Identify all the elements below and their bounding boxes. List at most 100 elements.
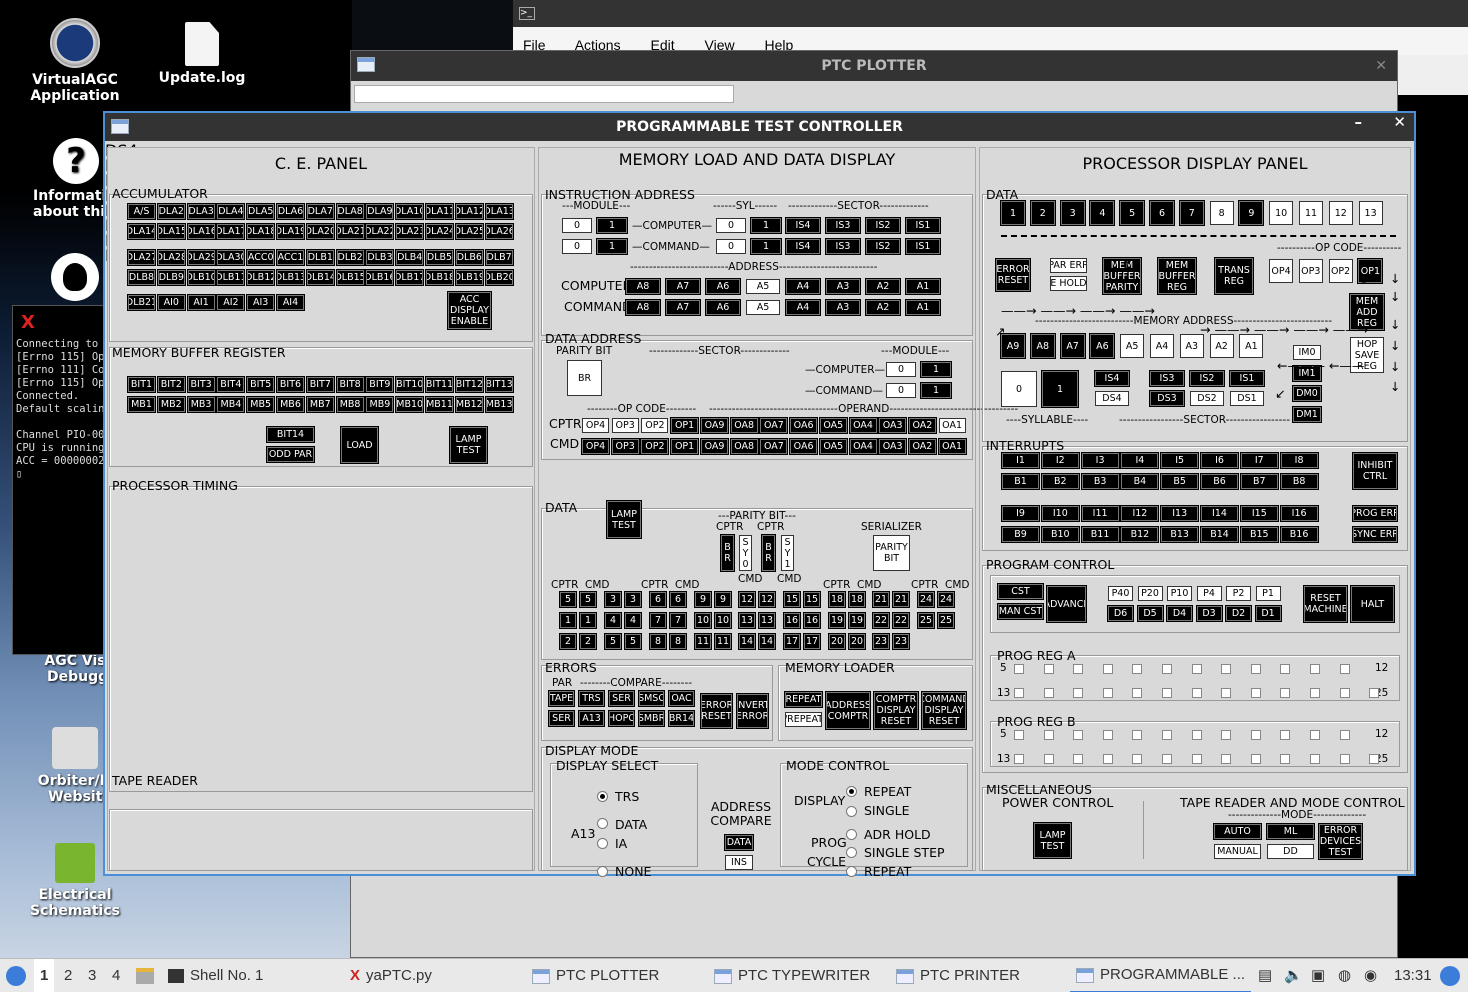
p-switch[interactable]: P1 xyxy=(1255,586,1281,601)
prog-reg-checkbox[interactable] xyxy=(1014,688,1024,698)
data-bit-lamp[interactable]: 7 xyxy=(1179,201,1204,225)
acc-lamp[interactable]: DLA11 xyxy=(426,204,453,219)
ia-module-0[interactable]: 0 xyxy=(562,218,592,233)
prog-reg-checkbox[interactable] xyxy=(1043,730,1054,740)
ia-module-1[interactable]: 1 xyxy=(597,239,627,254)
ia-addr-lamp[interactable]: A7 xyxy=(666,300,700,315)
prog-reg-checkbox[interactable] xyxy=(1339,730,1350,740)
data-cptr-lamp[interactable]: 9 xyxy=(695,592,711,607)
interrupt-lamp[interactable]: B5 xyxy=(1161,474,1199,489)
prog-reg-checkbox[interactable] xyxy=(1339,664,1350,674)
acc-lamp[interactable]: DLB3 xyxy=(366,250,394,265)
acc-lamp[interactable]: ACC0 xyxy=(247,250,275,265)
mem-addr-lamp[interactable]: A8 xyxy=(1030,334,1055,358)
interrupt-lamp[interactable]: B8 xyxy=(1280,474,1318,489)
interrupt-lamp[interactable]: B2 xyxy=(1041,474,1079,489)
data-cptr-lamp[interactable]: 11 xyxy=(695,634,711,649)
none-radio[interactable] xyxy=(597,866,608,877)
prog-reg-checkbox[interactable] xyxy=(1014,730,1024,740)
acc-lamp[interactable]: DLA17 xyxy=(217,224,245,239)
workspace-2[interactable]: 2 xyxy=(64,959,72,992)
data-cptr-lamp[interactable]: 17 xyxy=(784,634,800,649)
d-switch[interactable]: D1 xyxy=(1255,606,1281,621)
acc-lamp[interactable]: DLB10 xyxy=(187,270,215,285)
data-cmd-lamp[interactable]: 3 xyxy=(625,592,641,607)
acc-lamp[interactable]: DLA24 xyxy=(426,224,453,239)
acc-lamp[interactable]: DLA18 xyxy=(247,224,275,239)
mbr-lamp[interactable]: MB5 xyxy=(247,397,275,412)
ds-lamp[interactable]: DS3 xyxy=(1150,391,1184,406)
task-yaptc[interactable]: XyaPTC.py xyxy=(350,959,432,992)
acc-lamp[interactable]: DLA28 xyxy=(157,250,185,265)
repeat-cycle-radio[interactable] xyxy=(846,866,857,877)
acc-lamp[interactable]: DLA26 xyxy=(485,224,513,239)
ds4-lamp[interactable]: DS4 xyxy=(1095,391,1129,406)
error-lamp[interactable]: SER xyxy=(609,691,634,706)
prog-reg-checkbox[interactable] xyxy=(1073,688,1084,698)
data-cmd-lamp[interactable]: 5 xyxy=(625,634,641,649)
p-switch[interactable]: P4 xyxy=(1196,586,1222,601)
prog-reg-checkbox[interactable] xyxy=(1250,754,1261,764)
interrupt-lamp[interactable]: B7 xyxy=(1240,474,1278,489)
error-lamp[interactable]: TAPE xyxy=(549,691,574,706)
syllable-1-lamp[interactable]: 1 xyxy=(1042,371,1078,407)
acc-lamp[interactable]: A/S xyxy=(128,204,155,219)
acc-lamp[interactable]: DLA23 xyxy=(396,224,424,239)
data-bit-lamp[interactable]: 8 xyxy=(1209,201,1234,225)
operand-lamp[interactable]: OA8 xyxy=(730,439,758,454)
mbr-lamp[interactable]: BIT3 xyxy=(187,377,215,392)
data-cmd-lamp[interactable]: 2 xyxy=(580,634,596,649)
interrupt-lamp[interactable]: B12 xyxy=(1121,527,1159,542)
mem-addr-lamp[interactable]: A6 xyxy=(1090,334,1115,358)
operand-lamp[interactable]: OA1 xyxy=(938,439,966,454)
prog-reg-checkbox[interactable] xyxy=(1014,754,1024,764)
data-cptr-lamp[interactable]: 25 xyxy=(918,613,934,628)
prog-reg-checkbox[interactable] xyxy=(1102,664,1113,674)
interrupt-lamp[interactable]: I15 xyxy=(1240,506,1278,521)
data-cptr-lamp[interactable]: 19 xyxy=(829,613,845,628)
not-repeat-lamp[interactable]: /REPEAT xyxy=(785,712,822,727)
odd-par-lamp[interactable]: ODD PAR xyxy=(267,447,314,462)
error-lamp[interactable]: HOPC xyxy=(609,711,634,726)
prog-reg-checkbox[interactable] xyxy=(1073,730,1084,740)
d-switch[interactable]: D4 xyxy=(1167,606,1192,621)
ds-lamp[interactable]: DS2 xyxy=(1190,391,1224,406)
reset-machine-button[interactable]: RESET MACHINE xyxy=(1304,586,1347,622)
interrupt-lamp[interactable]: I3 xyxy=(1081,453,1119,468)
p-switch[interactable]: P40 xyxy=(1108,586,1133,601)
prog-reg-checkbox[interactable] xyxy=(1310,730,1320,740)
mbr-lamp[interactable]: BIT2 xyxy=(157,377,185,392)
ia-sector-lamp[interactable]: IS4 xyxy=(786,218,820,233)
task-ptc-typewriter[interactable]: PTC TYPEWRITER xyxy=(714,959,870,992)
ia-sector-lamp[interactable]: IS4 xyxy=(786,239,820,254)
prog-reg-checkbox[interactable] xyxy=(1162,664,1172,674)
prog-reg-checkbox[interactable] xyxy=(1102,688,1113,698)
syl0-lamp[interactable]: S Y 0 xyxy=(739,535,752,571)
prog-reg-checkbox[interactable] xyxy=(1073,664,1084,674)
show-desktop-icon[interactable] xyxy=(136,959,154,992)
data-cptr-lamp[interactable]: 8 xyxy=(650,634,666,649)
operand-lamp[interactable]: OA3 xyxy=(879,418,907,433)
auto-lamp[interactable]: AUTO xyxy=(1214,824,1261,839)
mbr-lamp[interactable]: MB11 xyxy=(426,397,453,412)
workspace-1[interactable]: 1 xyxy=(34,959,55,992)
da-module-1[interactable]: 1 xyxy=(921,362,951,377)
data-cmd-lamp[interactable]: 16 xyxy=(804,613,820,628)
ml-lamp[interactable]: ML xyxy=(1267,824,1314,839)
mem-addr-lamp[interactable]: A1 xyxy=(1239,334,1264,358)
data-cmd-lamp[interactable]: 20 xyxy=(849,634,865,649)
load-button[interactable]: LOAD xyxy=(341,427,378,463)
data-cmd-lamp[interactable]: 23 xyxy=(893,634,909,649)
operand-lamp[interactable]: OA1 xyxy=(938,418,966,433)
acc-lamp[interactable]: DLA13 xyxy=(485,204,513,219)
interrupt-lamp[interactable]: I6 xyxy=(1201,453,1238,468)
im-lamp[interactable]: DM1 xyxy=(1293,406,1321,422)
acc-lamp[interactable]: DLA4 xyxy=(217,204,245,219)
data-bit-lamp[interactable]: 1 xyxy=(1001,201,1025,225)
operand-lamp[interactable]: OA3 xyxy=(879,439,907,454)
proc-opcode-lamp[interactable]: OP2 xyxy=(1328,259,1353,283)
interrupt-lamp[interactable]: I11 xyxy=(1081,506,1119,521)
mbr-lamp[interactable]: MB12 xyxy=(455,397,483,412)
data-cmd-lamp[interactable]: 6 xyxy=(670,592,686,607)
plotter-titlebar[interactable]: PTC PLOTTER ✕ xyxy=(351,51,1397,81)
